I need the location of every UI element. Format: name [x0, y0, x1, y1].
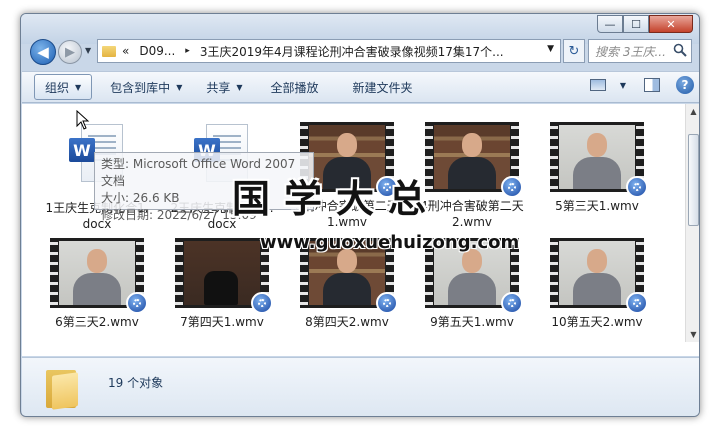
address-dropdown[interactable]: ▼ [547, 44, 554, 54]
file-name: 6第三天2.wmv [55, 315, 139, 329]
address-separator-icon[interactable]: ▸ [185, 46, 190, 56]
file-name: 7第四天1.wmv [180, 315, 264, 329]
file-name: 9第五天1.wmv [430, 315, 514, 329]
video-thumbnail [425, 122, 523, 198]
preview-pane-icon[interactable] [644, 78, 660, 92]
maximize-button[interactable]: ☐ [623, 15, 649, 33]
video-thumbnail [300, 122, 398, 198]
toolbar-right: ▼ ? [589, 76, 694, 94]
file-name: 4刑冲合害破第二天2.wmv [420, 199, 524, 229]
file-item-wmv[interactable]: 5第三天1.wmv [542, 122, 652, 214]
file-item-wmv[interactable]: 4刑冲合害破第二天2.wmv [417, 122, 527, 230]
file-item-wmv[interactable]: 7第四天1.wmv [167, 238, 277, 330]
minimize-button[interactable]: — [597, 15, 623, 33]
file-list[interactable]: W 1王庆生克制化合1.docx W 2王庆生克制化合2.docx 3刑冲合害破… [22, 104, 699, 356]
back-button[interactable]: ◀ [30, 39, 56, 65]
video-thumbnail [175, 238, 273, 314]
new-folder-button[interactable]: 新建文件夹 [343, 74, 423, 100]
media-player-icon [626, 292, 648, 314]
address-segment-parent[interactable]: D09... [139, 44, 175, 58]
scroll-thumb[interactable] [688, 134, 699, 226]
video-thumbnail [50, 238, 148, 314]
recent-pages-dropdown[interactable]: ▼ [85, 46, 91, 55]
media-player-icon [501, 176, 523, 198]
video-thumbnail [300, 238, 398, 314]
file-item-wmv[interactable]: 8第四天2.wmv [292, 238, 402, 330]
folder-icon [46, 366, 78, 410]
caption-buttons: — ☐ ✕ [597, 15, 693, 33]
folder-icon [102, 45, 116, 57]
view-options-dropdown[interactable]: ▼ [620, 81, 626, 90]
include-library-label: 包含到库中 [110, 80, 171, 95]
media-player-icon [251, 292, 273, 314]
refresh-button[interactable]: ↻ [563, 39, 585, 63]
video-thumbnail [550, 238, 648, 314]
video-thumbnail [550, 122, 648, 198]
file-name: 5第三天1.wmv [555, 199, 639, 213]
chevron-down-icon: ▼ [236, 82, 243, 92]
file-name: 8第四天2.wmv [305, 315, 389, 329]
file-info-tooltip: 类型: Microsoft Office Word 2007 文档 大小: 26… [94, 152, 314, 222]
view-options-icon[interactable] [589, 79, 606, 91]
video-thumbnail [425, 238, 523, 314]
media-player-icon [126, 292, 148, 314]
tooltip-type: 类型: Microsoft Office Word 2007 文档 [101, 157, 296, 188]
item-count: 19 个对象 [108, 376, 164, 390]
organize-label: 组织 [45, 80, 70, 95]
file-item-wmv[interactable]: 9第五天1.wmv [417, 238, 527, 330]
play-all-button[interactable]: 全部播放 [261, 74, 329, 100]
search-icon[interactable] [673, 43, 687, 57]
tooltip-date: 修改日期: 2022/6/27 15:09 [101, 208, 257, 222]
chevron-down-icon: ▼ [176, 82, 183, 92]
file-name: 10第五天2.wmv [551, 315, 643, 329]
organize-button[interactable]: 组织 ▼ [34, 74, 93, 100]
details-pane: 19 个对象 [22, 357, 699, 416]
scroll-up-button[interactable]: ▲ [686, 104, 699, 119]
search-input[interactable]: 搜索 3王庆... [588, 39, 692, 63]
media-player-icon [626, 176, 648, 198]
search-placeholder: 搜索 3王庆... [595, 44, 666, 59]
close-button[interactable]: ✕ [649, 15, 693, 33]
include-in-library-button[interactable]: 包含到库中 ▼ [100, 74, 192, 100]
file-item-wmv[interactable]: 10第五天2.wmv [542, 238, 652, 330]
media-player-icon [501, 292, 523, 314]
help-icon[interactable]: ? [676, 76, 694, 94]
vertical-scrollbar[interactable]: ▲ ▼ [685, 104, 699, 342]
share-button[interactable]: 共享 ▼ [196, 74, 252, 100]
tooltip-size: 大小: 26.6 KB [101, 191, 180, 205]
address-segment-current[interactable]: 3王庆2019年4月课程论刑冲合害破录像视频17集17个... [200, 43, 504, 60]
address-bar[interactable]: « D09... ▸ 3王庆2019年4月课程论刑冲合害破录像视频17集17个.… [97, 39, 561, 63]
chevron-down-icon: ▼ [75, 82, 82, 92]
command-bar: 组织 ▼ 包含到库中 ▼ 共享 ▼ 全部播放 新建文件夹 ▼ ? [22, 71, 699, 103]
forward-button[interactable]: ▶ [58, 40, 82, 64]
scroll-down-button[interactable]: ▼ [686, 327, 699, 342]
media-player-icon [376, 292, 398, 314]
mouse-cursor-icon [76, 110, 90, 130]
share-label: 共享 [206, 80, 231, 95]
navigation-row: ◀ ▶ ▼ « D09... ▸ 3王庆2019年4月课程论刑冲合害破录像视频1… [21, 34, 699, 65]
file-item-wmv[interactable]: 6第三天2.wmv [42, 238, 152, 330]
media-player-icon [376, 176, 398, 198]
explorer-window: — ☐ ✕ ◀ ▶ ▼ « D09... ▸ 3王庆2019年4月课程论刑冲合害… [20, 13, 700, 417]
address-overflow[interactable]: « [122, 44, 129, 58]
